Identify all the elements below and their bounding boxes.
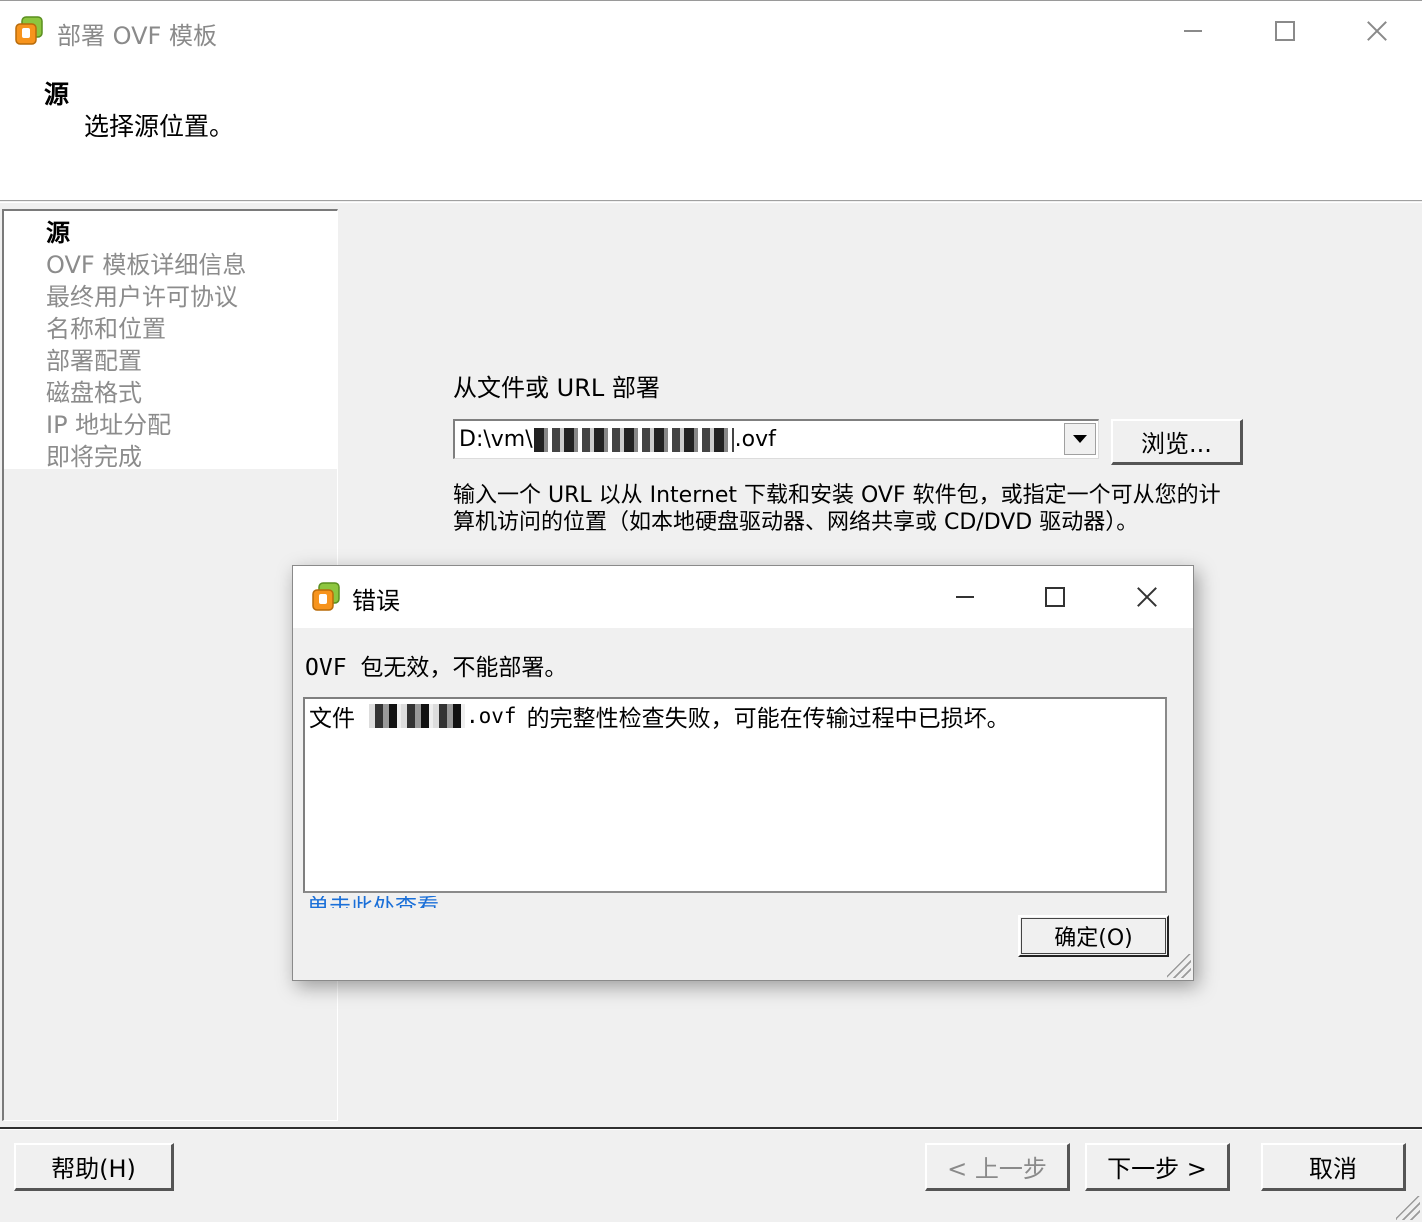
error-dialog-titlebar[interactable]: 错误 — [293, 566, 1193, 628]
error-detail-text: 文件 .ovf 的完整性检查失败，可能在传输过程中已损坏。 — [309, 699, 1010, 733]
maximize-icon — [1275, 21, 1295, 41]
minimize-icon — [956, 596, 974, 598]
wizard-header: 源 选择源位置。 — [0, 60, 1422, 200]
error-message: OVF 包无效，不能部署。 — [305, 655, 568, 681]
dialog-minimize-button[interactable] — [919, 566, 1011, 628]
maximize-icon — [1045, 587, 1065, 607]
browse-button[interactable]: 浏览... — [1111, 419, 1243, 465]
source-path-combobox[interactable]: D:\vm\ .ovf — [453, 419, 1099, 459]
header-divider — [0, 200, 1422, 203]
chevron-down-icon — [1073, 435, 1087, 443]
more-details-link[interactable]: 单击此处查看 ... — [307, 896, 467, 908]
error-detail-ext: .ovf — [466, 704, 517, 728]
error-dialog: 错误 OVF 包无效，不能部署。 文件 .ovf 的完整性检查失败，可能在传输过… — [292, 565, 1194, 981]
redacted-filename — [533, 427, 734, 452]
help-button[interactable]: 帮助(H) — [14, 1143, 174, 1191]
source-path-prefix: D:\vm\ — [459, 427, 533, 452]
error-detail-prefix: 文件 — [309, 706, 355, 732]
close-button[interactable] — [1331, 1, 1422, 61]
main-titlebar[interactable]: 部署 OVF 模板 — [0, 0, 1422, 60]
back-button[interactable]: < 上一步 — [925, 1143, 1070, 1191]
step-deploy-config: 部署配置 — [46, 347, 142, 375]
resize-grip-icon[interactable] — [1396, 1196, 1420, 1220]
window-title: 部署 OVF 模板 — [57, 22, 217, 50]
source-path-suffix: .ovf — [734, 427, 776, 452]
step-ready: 即将完成 — [46, 443, 142, 471]
footer-divider — [0, 1127, 1422, 1130]
close-icon — [1366, 20, 1388, 42]
redacted-filename — [369, 704, 465, 728]
maximize-button[interactable] — [1239, 1, 1331, 61]
source-path-value[interactable]: D:\vm\ .ovf — [459, 427, 776, 452]
page-title: 源 — [44, 80, 70, 109]
cancel-button[interactable]: 取消 — [1261, 1143, 1406, 1191]
step-eula: 最终用户许可协议 — [46, 283, 238, 311]
step-disk-format: 磁盘格式 — [46, 379, 142, 407]
step-name-location: 名称和位置 — [46, 315, 166, 343]
source-hint: 输入一个 URL 以从 Internet 下载和安装 OVF 软件包，或指定一个… — [453, 483, 1221, 535]
deploy-source-label: 从文件或 URL 部署 — [453, 374, 660, 402]
resize-grip-icon[interactable] — [1167, 954, 1191, 978]
error-detail-textbox[interactable]: 文件 .ovf 的完整性检查失败，可能在传输过程中已损坏。 — [303, 697, 1167, 893]
step-ovf-details: OVF 模板详细信息 — [46, 251, 247, 279]
close-icon — [1136, 586, 1158, 608]
source-dropdown-button[interactable] — [1064, 423, 1096, 455]
vsphere-logo-icon — [15, 16, 43, 45]
error-dialog-title: 错误 — [352, 587, 400, 615]
wizard-steps-panel: 源 OVF 模板详细信息 最终用户许可协议 名称和位置 部署配置 磁盘格式 IP… — [2, 209, 338, 1121]
page-subtitle: 选择源位置。 — [84, 112, 235, 141]
dialog-maximize-button[interactable] — [1009, 566, 1101, 628]
step-ip-allocation: IP 地址分配 — [46, 411, 172, 439]
minimize-icon — [1184, 30, 1202, 32]
next-button[interactable]: 下一步 > — [1085, 1143, 1230, 1191]
error-detail-suffix: 的完整性检查失败，可能在传输过程中已损坏。 — [526, 706, 1010, 732]
minimize-button[interactable] — [1147, 1, 1239, 61]
dialog-close-button[interactable] — [1101, 566, 1193, 628]
step-source: 源 — [46, 219, 70, 247]
ok-button[interactable]: 确定(O) — [1018, 915, 1169, 957]
vsphere-logo-icon — [312, 582, 340, 611]
